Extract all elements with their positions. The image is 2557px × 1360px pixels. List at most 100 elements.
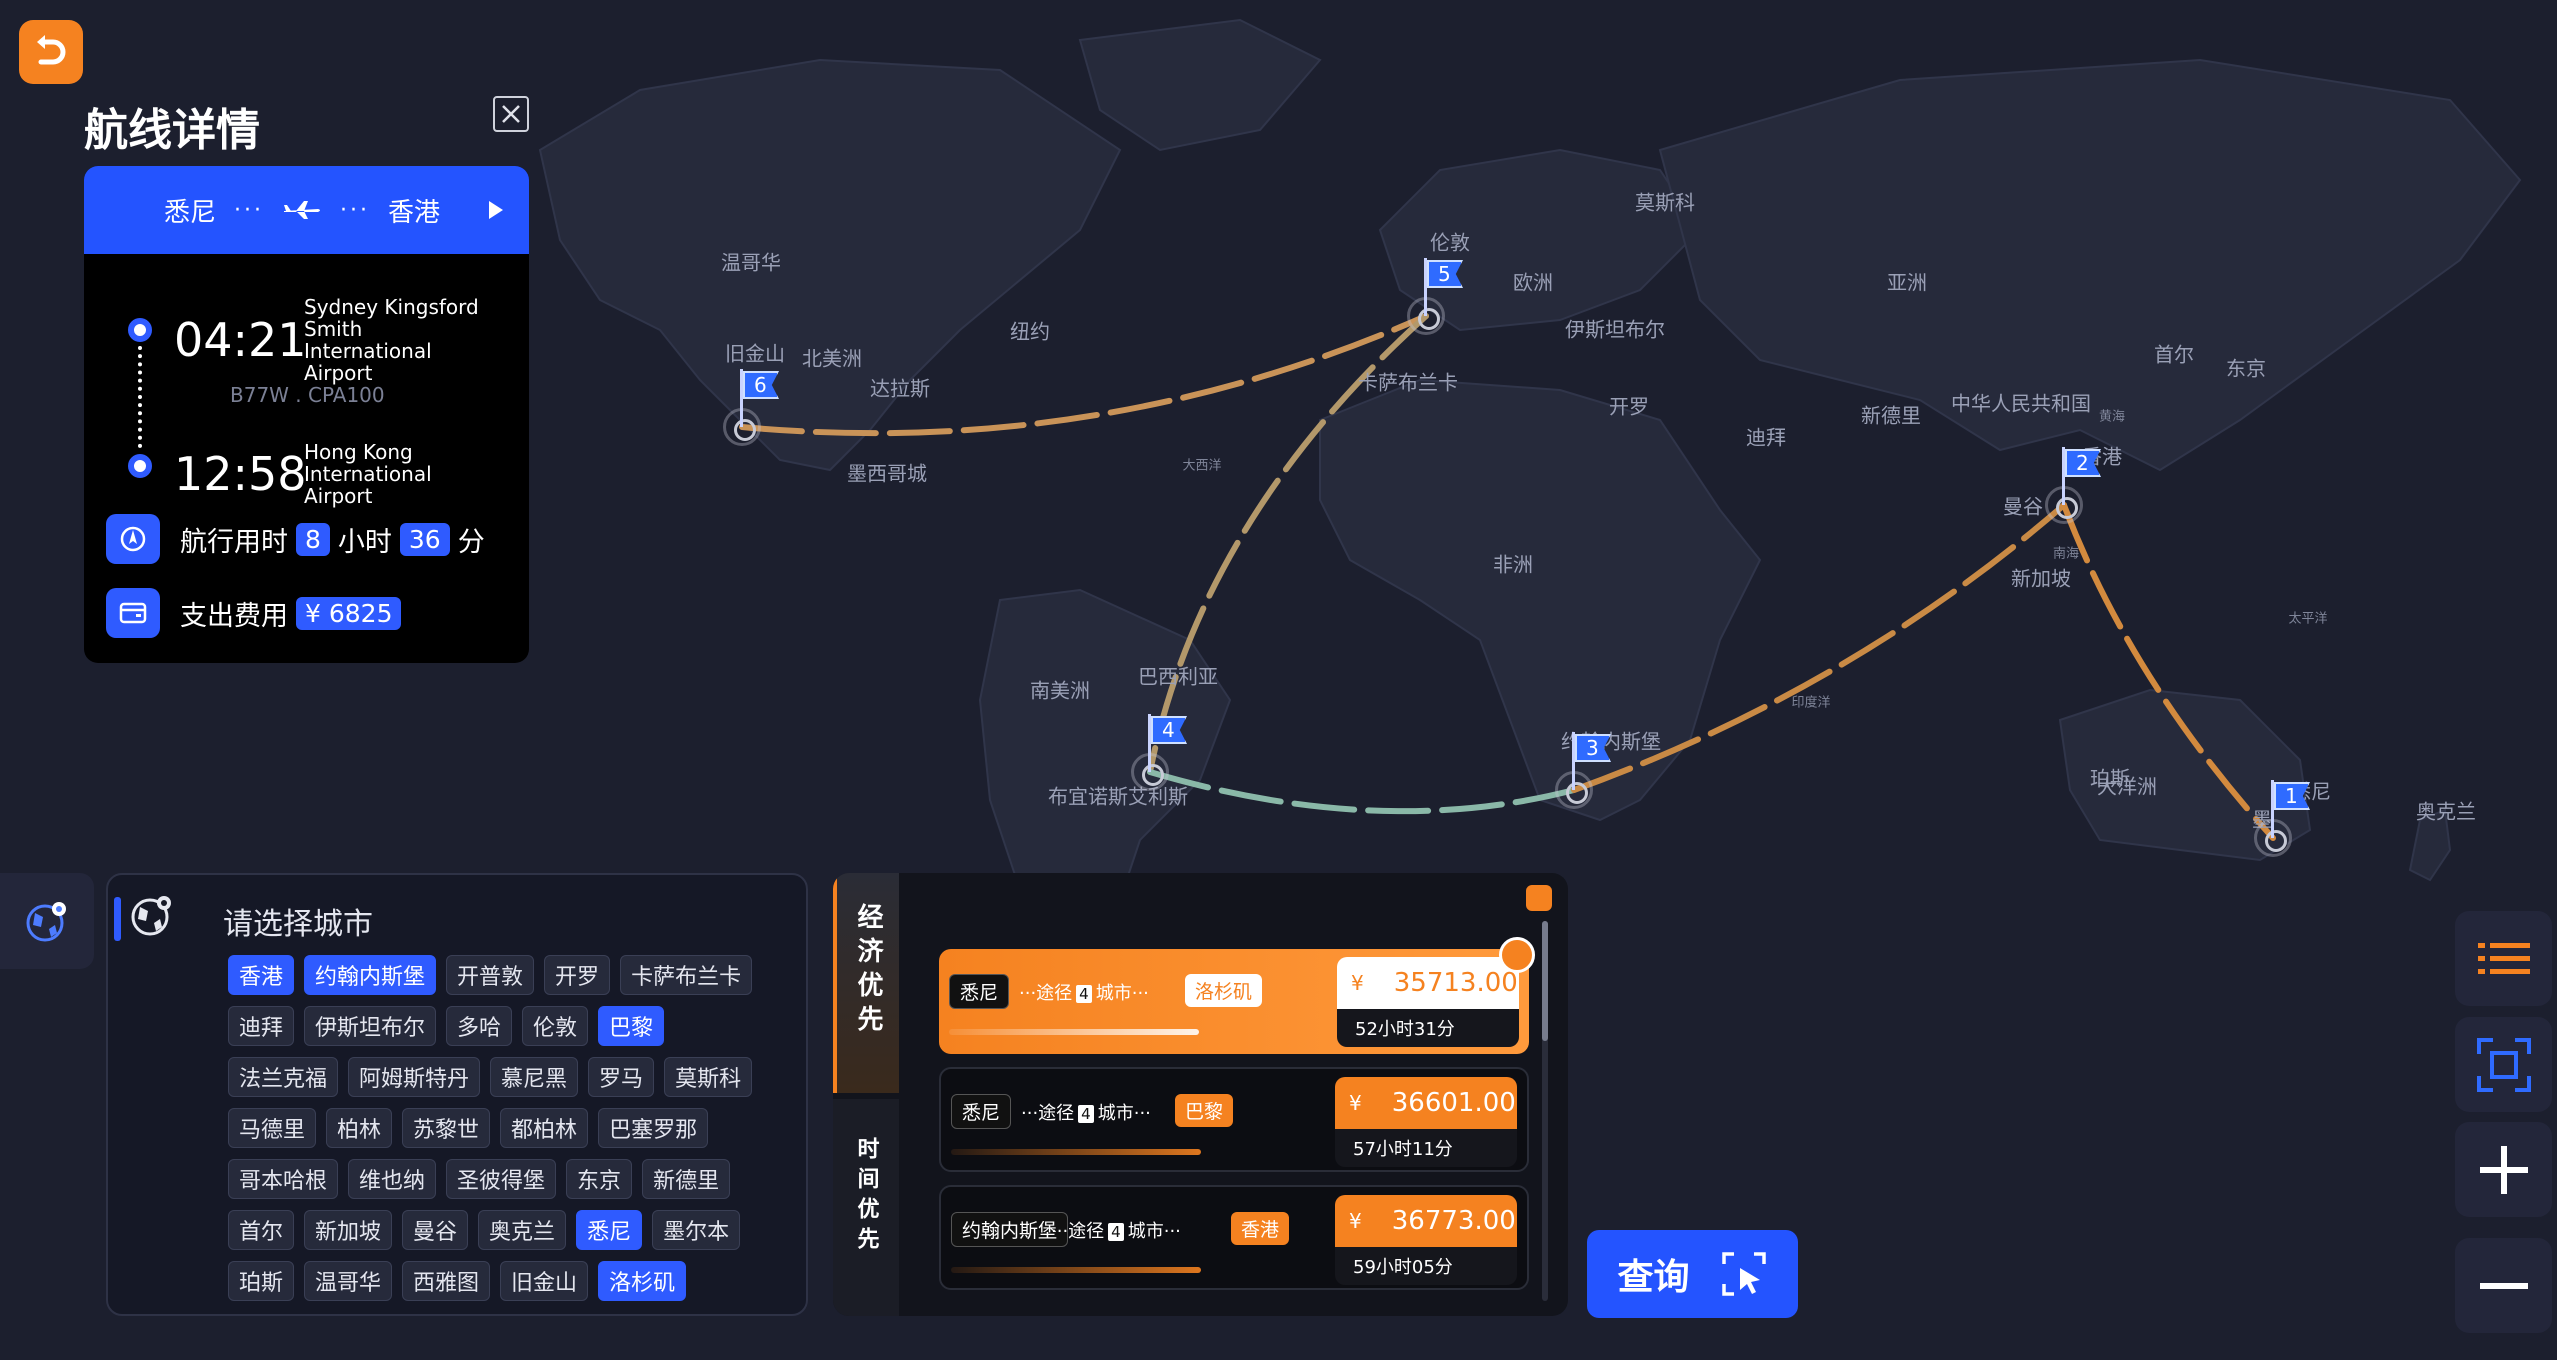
city-tag[interactable]: 法兰克福 — [228, 1057, 339, 1097]
map-label: 中华人民共和国 — [1951, 391, 2091, 416]
duration-minutes: 36 — [399, 522, 450, 556]
city-tag[interactable]: 伦敦 — [522, 1006, 589, 1046]
zoom-in-button[interactable] — [2455, 1122, 2552, 1217]
flag-icon[interactable]: 2 — [2058, 447, 2101, 505]
option-origin: 悉尼 — [949, 974, 1010, 1009]
option-progress-track — [949, 1029, 1199, 1035]
city-tag[interactable]: 卡萨布兰卡 — [620, 955, 753, 995]
city-tag-row: 马德里 柏林 苏黎世 都柏林 巴塞罗那 — [228, 1108, 798, 1148]
option-duration: 57小时11分 — [1353, 1139, 1453, 1160]
city-tag[interactable]: 温哥华 — [304, 1261, 393, 1301]
city-tag[interactable]: 悉尼 — [576, 1210, 643, 1250]
airplane-icon — [284, 201, 320, 219]
back-button[interactable] — [19, 20, 83, 84]
map-label: 大洋洲 — [2097, 774, 2157, 799]
departure-time: 04:21 — [174, 313, 307, 367]
flag-icon[interactable]: 6 — [736, 369, 779, 427]
city-tag[interactable]: 开普敦 — [446, 955, 535, 995]
flag-icon[interactable]: 4 — [1144, 714, 1187, 772]
close-button[interactable] — [493, 96, 529, 132]
select-cursor-icon — [1721, 1252, 1766, 1296]
city-tag[interactable]: 圣彼得堡 — [446, 1159, 557, 1199]
option-price: 35713.00 — [1393, 968, 1518, 998]
scrollbar-thumb[interactable] — [1542, 921, 1548, 1041]
flag-number: 5 — [1427, 260, 1463, 288]
city-tag[interactable]: 莫斯科 — [664, 1057, 753, 1097]
city-tag[interactable]: 马德里 — [228, 1108, 317, 1148]
city-tag[interactable]: 迪拜 — [228, 1006, 295, 1046]
map-label: 温哥华 — [721, 250, 781, 275]
city-tag[interactable]: 慕尼黑 — [490, 1057, 579, 1097]
city-tag[interactable]: 阿姆斯特丹 — [348, 1057, 481, 1097]
flag-icon[interactable]: 3 — [1568, 732, 1611, 790]
city-tag[interactable]: 都柏林 — [500, 1108, 589, 1148]
route-option-card[interactable]: 悉尼 ···途径 4 城市··· 洛杉矶 ¥35713.00 52小时31分 — [939, 937, 1535, 1054]
flight-code: B77W . CPA100 — [230, 383, 385, 407]
route-option-card[interactable]: 悉尼 ···途径 4 城市··· 巴黎 ¥36601.00 57小时11分 — [939, 1067, 1529, 1172]
city-tag[interactable]: 巴黎 — [598, 1006, 665, 1046]
city-tag-row: 法兰克福 阿姆斯特丹 慕尼黑 罗马 莫斯科 — [228, 1057, 798, 1097]
map-label: 墨西哥城 — [847, 461, 927, 486]
zoom-out-button[interactable] — [2455, 1238, 2552, 1333]
departure-marker — [128, 318, 152, 342]
refresh-icon[interactable] — [1526, 885, 1552, 911]
route-header[interactable]: 悉尼 ··· ··· 香港 — [84, 166, 529, 254]
flag-icon[interactable]: 5 — [1420, 258, 1463, 316]
option-via: ···途径 4 城市··· — [1051, 1217, 1181, 1243]
city-tag[interactable]: 珀斯 — [228, 1261, 295, 1301]
via-prefix: ···途径 — [1019, 983, 1073, 1004]
city-tag[interactable]: 曼谷 — [402, 1210, 469, 1250]
city-tag-row: 珀斯 温哥华 西雅图 旧金山 洛杉矶 — [228, 1261, 798, 1301]
map-label: 旧金山 — [725, 341, 785, 366]
city-tag[interactable]: 西雅图 — [402, 1261, 491, 1301]
map-label: 曼谷 — [2003, 494, 2043, 519]
hours-unit: 小时 — [337, 526, 392, 558]
city-tag[interactable]: 多哈 — [446, 1006, 513, 1046]
city-tag[interactable]: 柏林 — [326, 1108, 393, 1148]
departure-airport: Sydney Kingsford Smith International Air… — [304, 295, 479, 385]
option-progress-track — [951, 1267, 1201, 1273]
page-title: 航线详情 — [84, 105, 260, 156]
flag-icon[interactable]: 1 — [2267, 780, 2310, 838]
tab-time-first[interactable]: 时间优先 — [833, 1099, 899, 1316]
city-tag[interactable]: 奥克兰 — [478, 1210, 567, 1250]
currency-symbol: ¥ — [1349, 1209, 1362, 1233]
city-tag[interactable]: 首尔 — [228, 1210, 295, 1250]
city-tag-row: 香港 约翰内斯堡 开普敦 开罗 卡萨布兰卡 — [228, 955, 798, 995]
city-tag[interactable]: 洛杉矶 — [598, 1261, 687, 1301]
city-tag[interactable]: 香港 — [228, 955, 295, 995]
map-label: 莫斯科 — [1635, 190, 1695, 215]
globe-pin-icon — [131, 896, 171, 936]
map-label: 布宜诺斯艾利斯 — [1048, 784, 1188, 809]
city-tag[interactable]: 墨尔本 — [652, 1210, 741, 1250]
option-duration: 52小时31分 — [1355, 1019, 1455, 1040]
city-tag[interactable]: 罗马 — [588, 1057, 655, 1097]
minus-icon — [2479, 1282, 2528, 1289]
fit-view-button[interactable] — [2455, 1017, 2552, 1112]
city-tag[interactable]: 维也纳 — [348, 1159, 437, 1199]
city-tag[interactable]: 巴塞罗那 — [598, 1108, 709, 1148]
currency-symbol: ¥ — [1351, 971, 1364, 995]
city-tag[interactable]: 新德里 — [642, 1159, 731, 1199]
list-menu-button[interactable] — [2455, 911, 2552, 1006]
city-tag-row: 首尔 新加坡 曼谷 奥克兰 悉尼 墨尔本 — [228, 1210, 798, 1250]
map-label: 伊斯坦布尔 — [1565, 317, 1665, 342]
city-tag[interactable]: 新加坡 — [304, 1210, 393, 1250]
city-tag[interactable]: 东京 — [566, 1159, 633, 1199]
globe-toggle-button[interactable] — [0, 873, 94, 969]
city-tag[interactable]: 约翰内斯堡 — [304, 955, 437, 995]
city-tag[interactable]: 伊斯坦布尔 — [304, 1006, 437, 1046]
city-tag[interactable]: 哥本哈根 — [228, 1159, 339, 1199]
city-tag[interactable]: 旧金山 — [500, 1261, 589, 1301]
option-progress-track — [951, 1149, 1201, 1155]
cost-label: 支出费用 — [180, 600, 288, 632]
map-label-ocean: 印度洋 — [1791, 695, 1831, 711]
city-tag[interactable]: 开罗 — [544, 955, 611, 995]
city-tag-row: 哥本哈根 维也纳 圣彼得堡 东京 新德里 — [228, 1159, 798, 1199]
tab-economy-first[interactable]: 经济优先 — [833, 873, 899, 1093]
city-select-title: 请选择城市 — [223, 907, 373, 942]
city-tag[interactable]: 苏黎世 — [402, 1108, 491, 1148]
play-icon[interactable] — [487, 199, 505, 221]
route-option-card[interactable]: 约翰内斯堡 ···途径 4 城市··· 香港 ¥36773.00 59小时05分 — [939, 1185, 1529, 1290]
query-button[interactable]: 查询 — [1587, 1230, 1798, 1318]
